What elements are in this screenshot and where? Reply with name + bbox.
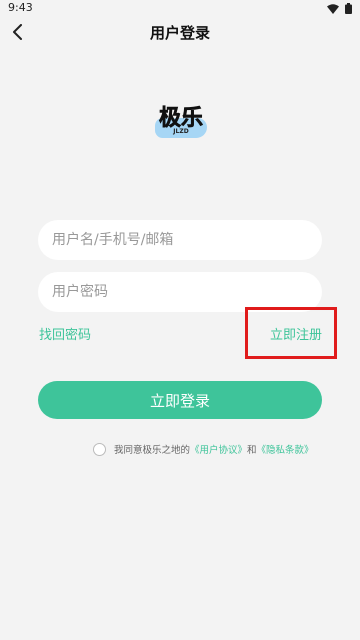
- privacy-policy-link[interactable]: 《隐私条款》: [257, 442, 314, 456]
- status-icons: [327, 3, 352, 14]
- page-title: 用户登录: [149, 24, 210, 42]
- status-time: 9:43: [8, 1, 33, 14]
- status-bar: 9:43: [0, 0, 360, 16]
- account-input[interactable]: [38, 220, 322, 260]
- agreement-row: 我同意极乐之地的 《用户协议》 和 《隐私条款》: [93, 442, 314, 456]
- agreement-checkbox[interactable]: [93, 442, 106, 456]
- login-button[interactable]: 立即登录: [38, 381, 322, 419]
- logo-subtext: JLZD: [173, 128, 189, 135]
- agreement-and: 和: [247, 445, 257, 456]
- wifi-icon: [327, 3, 339, 14]
- app-logo: 极乐 JLZD: [153, 100, 209, 140]
- highlight-box: [245, 307, 337, 359]
- login-button-label: 立即登录: [149, 391, 210, 410]
- header: 用户登录: [0, 16, 360, 50]
- battery-icon: [345, 3, 352, 14]
- user-agreement-link[interactable]: 《用户协议》: [190, 442, 247, 456]
- agreement-prefix: 我同意极乐之地的: [114, 445, 191, 456]
- forgot-password-link[interactable]: 找回密码: [39, 324, 91, 343]
- password-input[interactable]: [38, 272, 322, 312]
